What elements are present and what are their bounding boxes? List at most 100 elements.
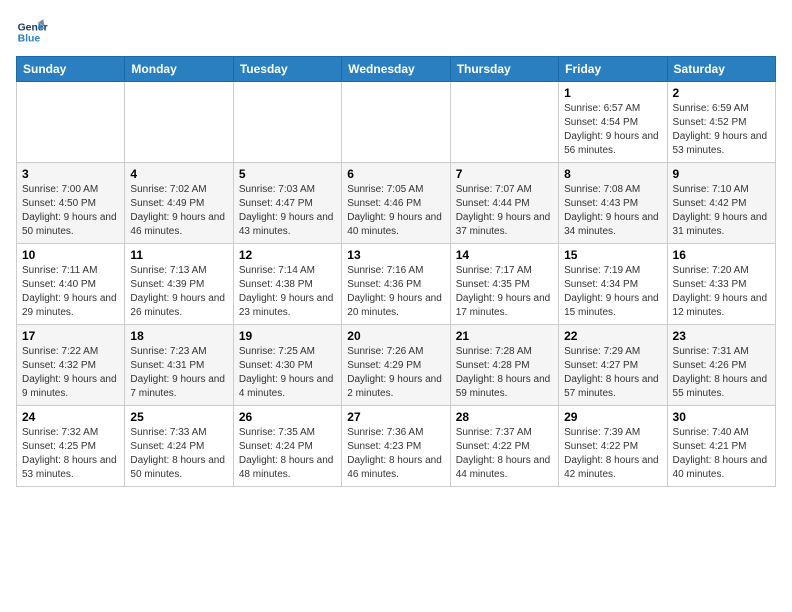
calendar-cell xyxy=(233,82,341,163)
calendar-cell: 18Sunrise: 7:23 AM Sunset: 4:31 PM Dayli… xyxy=(125,325,233,406)
day-number: 1 xyxy=(564,86,661,100)
calendar-cell: 26 Sunrise: 7:35 AM Sunset: 4:24 PM Dayli… xyxy=(233,406,341,487)
day-number: 28 xyxy=(456,410,553,424)
calendar-cell xyxy=(450,82,558,163)
day-number: 9 xyxy=(673,167,770,181)
svg-text:Blue: Blue xyxy=(18,34,41,45)
calendar-cell: 11Sunrise: 7:13 AM Sunset: 4:39 PM Dayli… xyxy=(125,244,233,325)
week-row-4: 24 Sunrise: 7:32 AM Sunset: 4:25 PM Dayli… xyxy=(17,406,776,487)
day-number: 21 xyxy=(456,329,553,343)
day-number: 14 xyxy=(456,248,553,262)
day-info: Sunrise: 7:32 AM Sunset: 4:25 PM Dayligh… xyxy=(22,426,119,482)
day-info: Sunrise: 7:11 AM Sunset: 4:40 PM Dayligh… xyxy=(22,264,119,320)
weekday-monday: Monday xyxy=(125,57,233,82)
day-info: Sunrise: 7:00 AM Sunset: 4:50 PM Dayligh… xyxy=(22,183,119,239)
calendar-cell xyxy=(125,82,233,163)
day-number: 17 xyxy=(22,329,119,343)
day-info: Sunrise: 7:22 AM Sunset: 4:32 PM Dayligh… xyxy=(22,345,119,401)
day-info: Sunrise: 7:08 AM Sunset: 4:43 PM Dayligh… xyxy=(564,183,661,239)
day-number: 10 xyxy=(22,248,119,262)
calendar-cell: 29Sunrise: 7:39 AM Sunset: 4:22 PM Dayli… xyxy=(559,406,667,487)
day-number: 19 xyxy=(239,329,336,343)
day-number: 15 xyxy=(564,248,661,262)
calendar-cell: 22 Sunrise: 7:29 AM Sunset: 4:27 PM Dayli… xyxy=(559,325,667,406)
day-number: 5 xyxy=(239,167,336,181)
calendar-body: 1 Sunrise: 6:57 AM Sunset: 4:54 PM Daylig… xyxy=(17,82,776,487)
day-number: 24 xyxy=(22,410,119,424)
day-info: Sunrise: 7:16 AM Sunset: 4:36 PM Dayligh… xyxy=(347,264,444,320)
day-number: 11 xyxy=(130,248,227,262)
day-info: Sunrise: 7:29 AM Sunset: 4:27 PM Dayligh… xyxy=(564,345,661,401)
weekday-header-row: SundayMondayTuesdayWednesdayThursdayFrid… xyxy=(17,57,776,82)
calendar-cell: 8 Sunrise: 7:08 AM Sunset: 4:43 PM Daylig… xyxy=(559,163,667,244)
day-info: Sunrise: 7:19 AM Sunset: 4:34 PM Dayligh… xyxy=(564,264,661,320)
day-info: Sunrise: 6:59 AM Sunset: 4:52 PM Dayligh… xyxy=(673,102,770,158)
calendar-cell: 25 Sunrise: 7:33 AM Sunset: 4:24 PM Dayli… xyxy=(125,406,233,487)
day-number: 7 xyxy=(456,167,553,181)
page-header: General Blue xyxy=(16,16,776,48)
day-info: Sunrise: 7:33 AM Sunset: 4:24 PM Dayligh… xyxy=(130,426,227,482)
calendar-cell: 2 Sunrise: 6:59 AM Sunset: 4:52 PM Daylig… xyxy=(667,82,775,163)
day-number: 2 xyxy=(673,86,770,100)
calendar-cell: 17 Sunrise: 7:22 AM Sunset: 4:32 PM Dayli… xyxy=(17,325,125,406)
day-number: 6 xyxy=(347,167,444,181)
calendar-cell xyxy=(17,82,125,163)
calendar-cell: 13 Sunrise: 7:16 AM Sunset: 4:36 PM Dayli… xyxy=(342,244,450,325)
calendar-cell xyxy=(342,82,450,163)
day-info: Sunrise: 7:39 AM Sunset: 4:22 PM Dayligh… xyxy=(564,426,661,482)
day-info: Sunrise: 7:40 AM Sunset: 4:21 PM Dayligh… xyxy=(673,426,770,482)
day-info: Sunrise: 7:03 AM Sunset: 4:47 PM Dayligh… xyxy=(239,183,336,239)
weekday-thursday: Thursday xyxy=(450,57,558,82)
day-number: 27 xyxy=(347,410,444,424)
calendar-cell: 5 Sunrise: 7:03 AM Sunset: 4:47 PM Daylig… xyxy=(233,163,341,244)
day-info: Sunrise: 7:26 AM Sunset: 4:29 PM Dayligh… xyxy=(347,345,444,401)
day-info: Sunrise: 7:37 AM Sunset: 4:22 PM Dayligh… xyxy=(456,426,553,482)
day-number: 18 xyxy=(130,329,227,343)
day-info: Sunrise: 7:17 AM Sunset: 4:35 PM Dayligh… xyxy=(456,264,553,320)
week-row-1: 3 Sunrise: 7:00 AM Sunset: 4:50 PM Daylig… xyxy=(17,163,776,244)
week-row-3: 17 Sunrise: 7:22 AM Sunset: 4:32 PM Dayli… xyxy=(17,325,776,406)
calendar-cell: 21Sunrise: 7:28 AM Sunset: 4:28 PM Dayli… xyxy=(450,325,558,406)
day-number: 3 xyxy=(22,167,119,181)
day-info: Sunrise: 7:05 AM Sunset: 4:46 PM Dayligh… xyxy=(347,183,444,239)
calendar-cell: 19 Sunrise: 7:25 AM Sunset: 4:30 PM Dayli… xyxy=(233,325,341,406)
day-number: 26 xyxy=(239,410,336,424)
weekday-tuesday: Tuesday xyxy=(233,57,341,82)
calendar-cell: 3 Sunrise: 7:00 AM Sunset: 4:50 PM Daylig… xyxy=(17,163,125,244)
day-info: Sunrise: 7:25 AM Sunset: 4:30 PM Dayligh… xyxy=(239,345,336,401)
day-info: Sunrise: 7:02 AM Sunset: 4:49 PM Dayligh… xyxy=(130,183,227,239)
week-row-2: 10 Sunrise: 7:11 AM Sunset: 4:40 PM Dayli… xyxy=(17,244,776,325)
calendar-cell: 15 Sunrise: 7:19 AM Sunset: 4:34 PM Dayli… xyxy=(559,244,667,325)
day-number: 16 xyxy=(673,248,770,262)
weekday-wednesday: Wednesday xyxy=(342,57,450,82)
day-number: 30 xyxy=(673,410,770,424)
calendar-cell: 1 Sunrise: 6:57 AM Sunset: 4:54 PM Daylig… xyxy=(559,82,667,163)
weekday-sunday: Sunday xyxy=(17,57,125,82)
calendar-cell: 7Sunrise: 7:07 AM Sunset: 4:44 PM Daylig… xyxy=(450,163,558,244)
day-info: Sunrise: 7:10 AM Sunset: 4:42 PM Dayligh… xyxy=(673,183,770,239)
day-number: 25 xyxy=(130,410,227,424)
day-info: Sunrise: 7:31 AM Sunset: 4:26 PM Dayligh… xyxy=(673,345,770,401)
calendar-cell: 14 Sunrise: 7:17 AM Sunset: 4:35 PM Dayli… xyxy=(450,244,558,325)
calendar-cell: 28 Sunrise: 7:37 AM Sunset: 4:22 PM Dayli… xyxy=(450,406,558,487)
weekday-friday: Friday xyxy=(559,57,667,82)
day-info: Sunrise: 7:35 AM Sunset: 4:24 PM Dayligh… xyxy=(239,426,336,482)
day-info: Sunrise: 7:14 AM Sunset: 4:38 PM Dayligh… xyxy=(239,264,336,320)
calendar-cell: 4 Sunrise: 7:02 AM Sunset: 4:49 PM Daylig… xyxy=(125,163,233,244)
week-row-0: 1 Sunrise: 6:57 AM Sunset: 4:54 PM Daylig… xyxy=(17,82,776,163)
day-info: Sunrise: 7:20 AM Sunset: 4:33 PM Dayligh… xyxy=(673,264,770,320)
calendar-cell: 30 Sunrise: 7:40 AM Sunset: 4:21 PM Dayli… xyxy=(667,406,775,487)
calendar-cell: 12 Sunrise: 7:14 AM Sunset: 4:38 PM Dayli… xyxy=(233,244,341,325)
day-number: 20 xyxy=(347,329,444,343)
day-number: 13 xyxy=(347,248,444,262)
calendar-cell: 24 Sunrise: 7:32 AM Sunset: 4:25 PM Dayli… xyxy=(17,406,125,487)
day-number: 12 xyxy=(239,248,336,262)
day-number: 23 xyxy=(673,329,770,343)
calendar-cell: 20 Sunrise: 7:26 AM Sunset: 4:29 PM Dayli… xyxy=(342,325,450,406)
day-number: 8 xyxy=(564,167,661,181)
day-number: 4 xyxy=(130,167,227,181)
logo-icon: General Blue xyxy=(16,16,48,48)
day-info: Sunrise: 7:36 AM Sunset: 4:23 PM Dayligh… xyxy=(347,426,444,482)
day-info: Sunrise: 6:57 AM Sunset: 4:54 PM Dayligh… xyxy=(564,102,661,158)
day-number: 22 xyxy=(564,329,661,343)
